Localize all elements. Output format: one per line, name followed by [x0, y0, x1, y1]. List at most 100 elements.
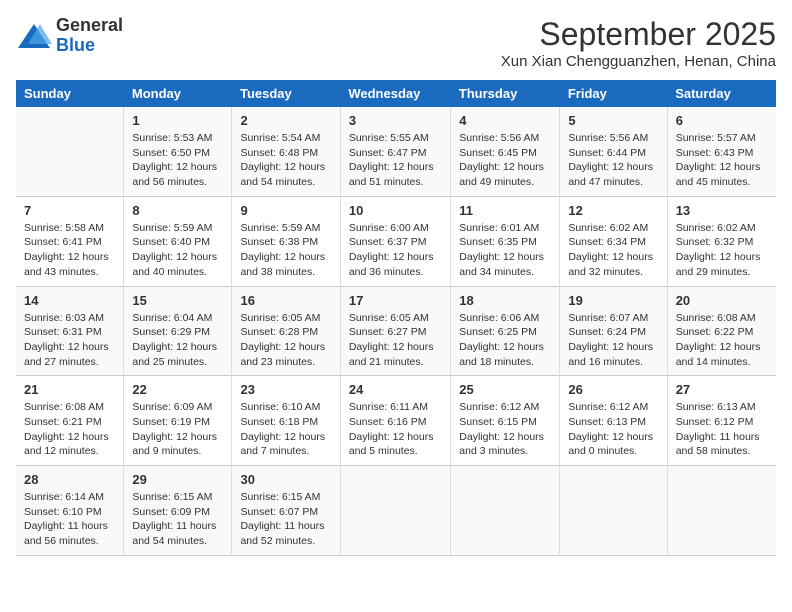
- day-number: 1: [132, 113, 223, 128]
- calendar-cell: 26 Sunrise: 6:12 AM Sunset: 6:13 PM Dayli…: [560, 376, 667, 466]
- day-info: Sunrise: 6:07 AM Sunset: 6:24 PM Dayligh…: [568, 311, 658, 370]
- day-info: Sunrise: 6:05 AM Sunset: 6:27 PM Dayligh…: [349, 311, 442, 370]
- day-number: 13: [676, 203, 768, 218]
- calendar-cell: 11Sunrise: 6:01 AM Sunset: 6:35 PM Dayli…: [451, 196, 560, 286]
- weekday-header: Saturday: [667, 80, 776, 107]
- calendar-cell: 19 Sunrise: 6:07 AM Sunset: 6:24 PM Dayli…: [560, 286, 667, 376]
- calendar-cell: 3 Sunrise: 5:55 AM Sunset: 6:47 PM Daylig…: [340, 107, 450, 196]
- weekday-header: Thursday: [451, 80, 560, 107]
- day-info: Sunrise: 5:56 AM Sunset: 6:44 PM Dayligh…: [568, 131, 658, 190]
- day-info: Sunrise: 6:05 AM Sunset: 6:28 PM Dayligh…: [240, 311, 331, 370]
- day-info: Sunrise: 6:03 AM Sunset: 6:31 PM Dayligh…: [24, 311, 115, 370]
- day-number: 22: [132, 382, 223, 397]
- day-info: Sunrise: 6:15 AM Sunset: 6:07 PM Dayligh…: [240, 490, 331, 549]
- day-number: 23: [240, 382, 331, 397]
- calendar-week-row: 7 Sunrise: 5:58 AM Sunset: 6:41 PM Daylig…: [16, 196, 776, 286]
- day-info: Sunrise: 5:53 AM Sunset: 6:50 PM Dayligh…: [132, 131, 223, 190]
- calendar-cell: 5 Sunrise: 5:56 AM Sunset: 6:44 PM Daylig…: [560, 107, 667, 196]
- day-info: Sunrise: 5:57 AM Sunset: 6:43 PM Dayligh…: [676, 131, 768, 190]
- day-info: Sunrise: 6:10 AM Sunset: 6:18 PM Dayligh…: [240, 400, 331, 459]
- day-info: Sunrise: 6:14 AM Sunset: 6:10 PM Dayligh…: [24, 490, 115, 549]
- day-number: 20: [676, 293, 768, 308]
- calendar-cell: 23 Sunrise: 6:10 AM Sunset: 6:18 PM Dayli…: [232, 376, 340, 466]
- day-info: Sunrise: 6:09 AM Sunset: 6:19 PM Dayligh…: [132, 400, 223, 459]
- calendar-week-row: 14 Sunrise: 6:03 AM Sunset: 6:31 PM Dayli…: [16, 286, 776, 376]
- calendar-cell: 28 Sunrise: 6:14 AM Sunset: 6:10 PM Dayli…: [16, 466, 124, 556]
- day-info: Sunrise: 6:15 AM Sunset: 6:09 PM Dayligh…: [132, 490, 223, 549]
- subtitle: Xun Xian Chengguanzhen, Henan, China: [501, 53, 776, 70]
- logo-icon: [16, 22, 52, 50]
- day-info: Sunrise: 6:11 AM Sunset: 6:16 PM Dayligh…: [349, 400, 442, 459]
- day-number: 15: [132, 293, 223, 308]
- calendar-table: SundayMondayTuesdayWednesdayThursdayFrid…: [16, 80, 776, 556]
- calendar-week-row: 1 Sunrise: 5:53 AM Sunset: 6:50 PM Daylig…: [16, 107, 776, 196]
- day-number: 10: [349, 203, 442, 218]
- day-info: Sunrise: 5:56 AM Sunset: 6:45 PM Dayligh…: [459, 131, 551, 190]
- day-info: Sunrise: 5:58 AM Sunset: 6:41 PM Dayligh…: [24, 221, 115, 280]
- calendar-cell: 15 Sunrise: 6:04 AM Sunset: 6:29 PM Dayli…: [124, 286, 232, 376]
- calendar-cell: 29 Sunrise: 6:15 AM Sunset: 6:09 PM Dayli…: [124, 466, 232, 556]
- day-number: 29: [132, 472, 223, 487]
- calendar-cell: 17 Sunrise: 6:05 AM Sunset: 6:27 PM Dayli…: [340, 286, 450, 376]
- calendar-cell: 12Sunrise: 6:02 AM Sunset: 6:34 PM Dayli…: [560, 196, 667, 286]
- day-info: Sunrise: 6:00 AM Sunset: 6:37 PM Dayligh…: [349, 221, 442, 280]
- day-number: 19: [568, 293, 658, 308]
- weekday-header: Monday: [124, 80, 232, 107]
- calendar-week-row: 28 Sunrise: 6:14 AM Sunset: 6:10 PM Dayli…: [16, 466, 776, 556]
- calendar-body: 1 Sunrise: 5:53 AM Sunset: 6:50 PM Daylig…: [16, 107, 776, 555]
- calendar-cell: 30 Sunrise: 6:15 AM Sunset: 6:07 PM Dayli…: [232, 466, 340, 556]
- calendar-cell: [451, 466, 560, 556]
- calendar-cell: 10 Sunrise: 6:00 AM Sunset: 6:37 PM Dayli…: [340, 196, 450, 286]
- calendar-cell: 27 Sunrise: 6:13 AM Sunset: 6:12 PM Dayli…: [667, 376, 776, 466]
- day-info: Sunrise: 6:02 AM Sunset: 6:34 PM Dayligh…: [568, 221, 658, 280]
- calendar-cell: [667, 466, 776, 556]
- day-info: Sunrise: 6:08 AM Sunset: 6:22 PM Dayligh…: [676, 311, 768, 370]
- day-info: Sunrise: 5:59 AM Sunset: 6:38 PM Dayligh…: [240, 221, 331, 280]
- day-number: 3: [349, 113, 442, 128]
- day-number: 8: [132, 203, 223, 218]
- logo-text: General Blue: [56, 16, 123, 56]
- day-number: 21: [24, 382, 115, 397]
- calendar-cell: [560, 466, 667, 556]
- day-info: Sunrise: 6:12 AM Sunset: 6:15 PM Dayligh…: [459, 400, 551, 459]
- calendar-cell: 7 Sunrise: 5:58 AM Sunset: 6:41 PM Daylig…: [16, 196, 124, 286]
- day-number: 26: [568, 382, 658, 397]
- day-info: Sunrise: 6:06 AM Sunset: 6:25 PM Dayligh…: [459, 311, 551, 370]
- day-number: 17: [349, 293, 442, 308]
- calendar-cell: [340, 466, 450, 556]
- calendar-cell: 6 Sunrise: 5:57 AM Sunset: 6:43 PM Daylig…: [667, 107, 776, 196]
- calendar-cell: 24 Sunrise: 6:11 AM Sunset: 6:16 PM Dayli…: [340, 376, 450, 466]
- logo-line1: General: [56, 16, 123, 36]
- calendar-cell: 14 Sunrise: 6:03 AM Sunset: 6:31 PM Dayli…: [16, 286, 124, 376]
- day-number: 5: [568, 113, 658, 128]
- day-number: 6: [676, 113, 768, 128]
- calendar-cell: 8 Sunrise: 5:59 AM Sunset: 6:40 PM Daylig…: [124, 196, 232, 286]
- calendar-cell: 25Sunrise: 6:12 AM Sunset: 6:15 PM Dayli…: [451, 376, 560, 466]
- calendar-cell: 1 Sunrise: 5:53 AM Sunset: 6:50 PM Daylig…: [124, 107, 232, 196]
- title-block: September 2025 Xun Xian Chengguanzhen, H…: [501, 16, 776, 70]
- calendar-cell: 9Sunrise: 5:59 AM Sunset: 6:38 PM Daylig…: [232, 196, 340, 286]
- calendar-cell: [16, 107, 124, 196]
- calendar-header-row: SundayMondayTuesdayWednesdayThursdayFrid…: [16, 80, 776, 107]
- day-number: 24: [349, 382, 442, 397]
- day-number: 28: [24, 472, 115, 487]
- day-number: 18: [459, 293, 551, 308]
- day-number: 27: [676, 382, 768, 397]
- weekday-header: Friday: [560, 80, 667, 107]
- day-number: 14: [24, 293, 115, 308]
- day-number: 2: [240, 113, 331, 128]
- day-info: Sunrise: 5:55 AM Sunset: 6:47 PM Dayligh…: [349, 131, 442, 190]
- calendar-week-row: 21Sunrise: 6:08 AM Sunset: 6:21 PM Dayli…: [16, 376, 776, 466]
- day-number: 11: [459, 203, 551, 218]
- day-info: Sunrise: 6:04 AM Sunset: 6:29 PM Dayligh…: [132, 311, 223, 370]
- day-info: Sunrise: 6:13 AM Sunset: 6:12 PM Dayligh…: [676, 400, 768, 459]
- day-number: 30: [240, 472, 331, 487]
- weekday-header: Wednesday: [340, 80, 450, 107]
- day-number: 16: [240, 293, 331, 308]
- logo-line2: Blue: [56, 36, 123, 56]
- calendar-cell: 22 Sunrise: 6:09 AM Sunset: 6:19 PM Dayli…: [124, 376, 232, 466]
- day-number: 7: [24, 203, 115, 218]
- day-info: Sunrise: 6:12 AM Sunset: 6:13 PM Dayligh…: [568, 400, 658, 459]
- day-info: Sunrise: 5:59 AM Sunset: 6:40 PM Dayligh…: [132, 221, 223, 280]
- calendar-cell: 20 Sunrise: 6:08 AM Sunset: 6:22 PM Dayli…: [667, 286, 776, 376]
